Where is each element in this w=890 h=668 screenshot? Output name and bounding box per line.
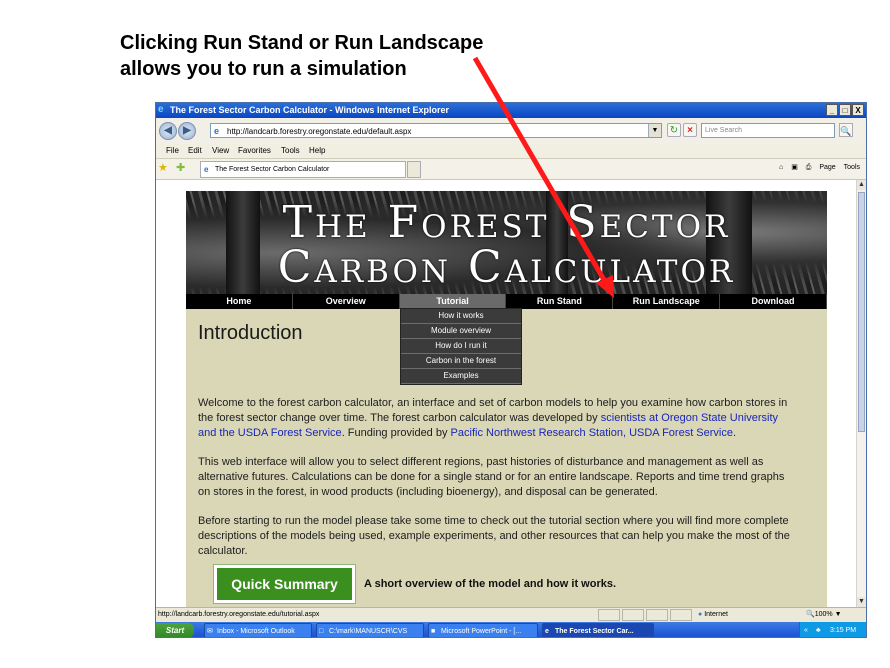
tab-page-icon: e (204, 165, 209, 174)
status-url: http://landcarb.forestry.oregonstate.edu… (158, 611, 320, 618)
menu-item-how-do-i-run-it[interactable]: How do I run it (401, 339, 521, 354)
search-icon[interactable]: 🔍 (839, 123, 853, 137)
scroll-down-icon[interactable]: ▼ (857, 597, 866, 607)
favorites-row: ★ ✚ e The Forest Sector Carbon Calculato… (156, 159, 866, 180)
command-bar: ⌂ ▣ ⎙ Page Tools (773, 162, 860, 174)
nav-run-landscape[interactable]: Run Landscape (613, 294, 721, 309)
outlook-icon: ✉ (207, 628, 213, 635)
web-content: The Forest Sector Carbon Calculator Home… (156, 180, 856, 607)
home-icon[interactable]: ⌂ (779, 164, 783, 171)
tools-menu[interactable]: Tools (844, 164, 860, 171)
tutorial-dropdown: How it works Module overview How do I ru… (400, 308, 522, 385)
zoom-control[interactable]: 🔍100% ▼ (806, 608, 842, 622)
vertical-scrollbar[interactable]: ▲ ▼ (856, 180, 866, 607)
nav-download[interactable]: Download (720, 294, 827, 309)
taskbar-label: The Forest Sector Car... (555, 628, 634, 635)
caption-line-2: allows you to run a simulation (120, 58, 407, 80)
ie-logo-icon: e (158, 104, 164, 115)
taskbar: Start ✉ Inbox - Microsoft Outlook □ C:\mar… (156, 622, 866, 637)
taskbar-item-folder[interactable]: □ C:\mark\MANUSCR\CVS (316, 623, 424, 637)
taskbar-item-outlook[interactable]: ✉ Inbox - Microsoft Outlook (204, 623, 312, 637)
forward-button[interactable]: ▶ (178, 122, 196, 140)
ie-icon: e (545, 628, 549, 635)
nav-run-stand[interactable]: Run Stand (506, 294, 614, 309)
search-input[interactable]: Live Search (701, 123, 835, 138)
window-controls: _ □ X (826, 104, 864, 116)
zone-label: Internet (704, 611, 728, 618)
intro-text-3: . (733, 427, 737, 439)
tutorial-paragraph: Before starting to run the model please … (198, 515, 790, 557)
add-favorite-icon[interactable]: ✚ (176, 162, 185, 174)
menu-item-module-overview[interactable]: Module overview (401, 324, 521, 339)
description-paragraph: This web interface will allow you to sel… (198, 456, 785, 498)
intro-text-2: . Funding provided by (341, 427, 451, 439)
maximize-button[interactable]: □ (839, 104, 851, 116)
quick-summary-button[interactable]: Quick Summary (213, 564, 356, 604)
menu-item-carbon-in-the-forest[interactable]: Carbon in the forest (401, 354, 521, 369)
taskbar-label: C:\mark\MANUSCR\CVS (329, 628, 408, 635)
powerpoint-icon: ■ (431, 628, 436, 635)
page-title: Introduction (198, 322, 303, 344)
start-button[interactable]: Start (156, 623, 194, 637)
slide-caption: Clicking Run Stand or Run Landscape allo… (120, 30, 483, 82)
taskbar-item-ie[interactable]: e The Forest Sector Car... (542, 623, 654, 637)
clock: 3:15 PM (830, 627, 857, 634)
banner-title-line-1: The Forest Sector (282, 197, 731, 248)
address-dropdown-icon[interactable]: ▼ (648, 124, 661, 137)
favorites-star-icon[interactable]: ★ (158, 162, 168, 174)
menu-favorites[interactable]: Favorites (238, 144, 271, 158)
refresh-icon[interactable]: ↻ (667, 123, 681, 137)
nav-overview[interactable]: Overview (293, 294, 400, 309)
quick-summary-description: A short overview of the model and how it… (364, 578, 617, 590)
minimize-button[interactable]: _ (826, 104, 838, 116)
page-menu[interactable]: Page (819, 164, 835, 171)
taskbar-label: Microsoft PowerPoint - [... (441, 628, 522, 635)
menu-file[interactable]: File (166, 144, 179, 158)
menu-view[interactable]: View (212, 144, 229, 158)
page-icon: e (214, 126, 220, 136)
security-zone: ● Internet (698, 608, 728, 622)
taskbar-item-powerpoint[interactable]: ■ Microsoft PowerPoint - [... (428, 623, 538, 637)
menu-item-how-it-works[interactable]: How it works (401, 309, 521, 324)
menu-edit[interactable]: Edit (188, 144, 202, 158)
print-icon[interactable]: ⎙ (806, 164, 812, 171)
window-titlebar[interactable]: e The Forest Sector Carbon Calculator - … (156, 103, 866, 118)
close-button[interactable]: X (852, 104, 864, 116)
stop-icon[interactable]: × (683, 123, 697, 137)
taskbar-label: Inbox - Microsoft Outlook (217, 628, 295, 635)
nav-home[interactable]: Home (186, 294, 293, 309)
window-title: The Forest Sector Carbon Calculator - Wi… (170, 105, 449, 115)
menu-bar: File Edit View Favorites Tools Help (156, 144, 866, 159)
nav-tutorial[interactable]: Tutorial (399, 294, 507, 309)
back-button[interactable]: ◀ (159, 122, 177, 140)
system-tray: « ♣ 3:15 PM (799, 622, 866, 637)
scroll-thumb[interactable] (858, 192, 865, 432)
menu-help[interactable]: Help (309, 144, 325, 158)
browser-tab[interactable]: e The Forest Sector Carbon Calculator (200, 161, 406, 178)
folder-icon: □ (319, 628, 324, 635)
banner-title-line-2: Carbon Calculator (277, 242, 736, 293)
intro-paragraph: Welcome to the forest carbon calculator,… (198, 396, 798, 441)
site-banner: The Forest Sector Carbon Calculator (186, 191, 827, 294)
status-bar: http://landcarb.forestry.oregonstate.edu… (156, 607, 866, 622)
site-nav: Home Overview Tutorial Run Stand Run Lan… (186, 294, 827, 309)
feeds-icon[interactable]: ▣ (791, 164, 798, 171)
address-bar[interactable]: e http://landcarb.forestry.oregonstate.e… (210, 123, 662, 138)
address-row: ◀ ▶ e http://landcarb.forestry.oregonsta… (156, 118, 866, 145)
pnw-link[interactable]: Pacific Northwest Research Station, USDA… (451, 427, 733, 439)
new-tab-button[interactable] (407, 161, 421, 178)
caption-line-1: Clicking Run Stand or Run Landscape (120, 32, 484, 54)
browser-window: e The Forest Sector Carbon Calculator - … (155, 102, 867, 638)
tray-app-icon[interactable]: ♣ (816, 623, 821, 637)
tray-expand-icon[interactable]: « (804, 623, 808, 637)
zoom-level: 100% (814, 611, 833, 618)
address-url: http://landcarb.forestry.oregonstate.edu… (227, 127, 412, 136)
globe-icon: ● (698, 611, 703, 618)
scroll-up-icon[interactable]: ▲ (857, 180, 866, 190)
menu-item-examples[interactable]: Examples (401, 369, 521, 384)
menu-tools[interactable]: Tools (281, 144, 300, 158)
tab-label: The Forest Sector Carbon Calculator (215, 166, 330, 173)
